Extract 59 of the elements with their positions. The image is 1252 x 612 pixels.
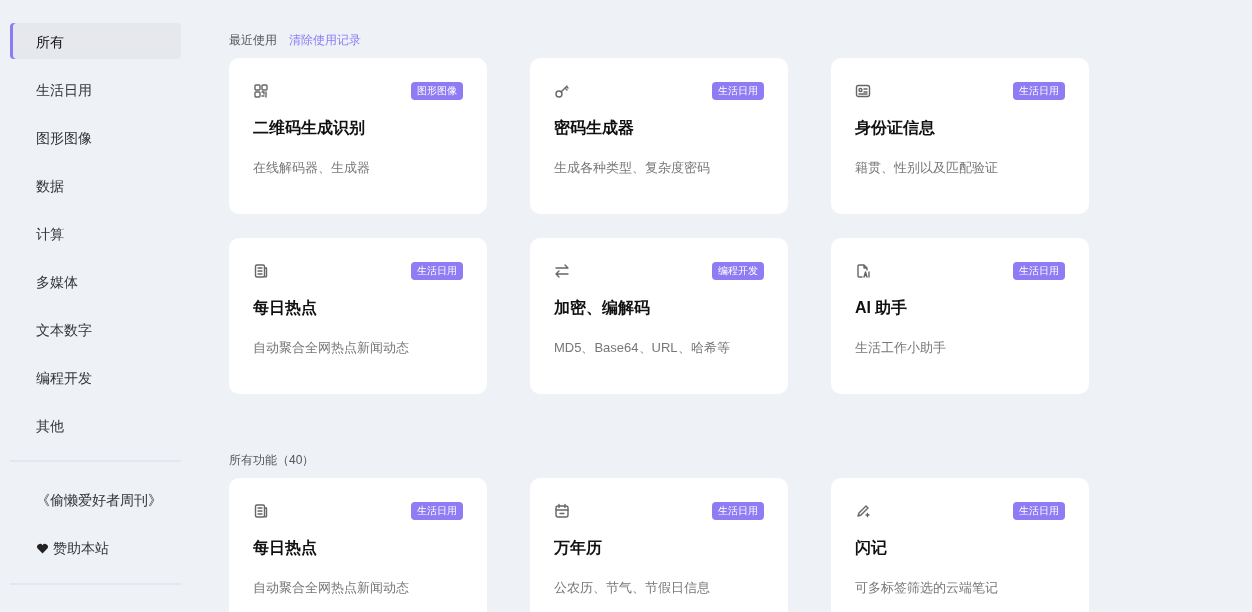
card-title: 每日热点 <box>253 538 318 558</box>
card-description: 生活工作小助手 <box>855 339 947 357</box>
card-description: 自动聚合全网热点新闻动态 <box>253 339 410 357</box>
ai-document-icon <box>855 263 871 279</box>
category-tag: 生活日用 <box>712 82 764 100</box>
card-description: 生成各种类型、复杂度密码 <box>554 159 711 177</box>
sidebar-item[interactable]: 多媒体 <box>10 263 181 299</box>
qr-code-icon <box>253 83 269 99</box>
card-description: 籍贯、性别以及匹配验证 <box>855 159 999 177</box>
category-tag: 图形图像 <box>411 82 463 100</box>
category-tag: 编程开发 <box>712 262 764 280</box>
document-icon <box>253 503 269 519</box>
tool-card[interactable]: 图形图像 二维码生成识别 在线解码器、生成器 <box>229 58 487 214</box>
pencil-icon <box>855 503 871 519</box>
card-description: 在线解码器、生成器 <box>253 159 371 177</box>
card-title: 密码生成器 <box>554 118 635 138</box>
sidebar-item[interactable]: 图形图像 <box>10 119 181 155</box>
sidebar-item[interactable]: 计算 <box>10 215 181 251</box>
document-icon <box>253 263 269 279</box>
card-title: 二维码生成识别 <box>253 118 366 138</box>
heart-icon <box>36 541 49 555</box>
sidebar-item[interactable]: 文本数字 <box>10 311 181 347</box>
sidebar-item[interactable]: 数据 <box>10 167 181 203</box>
card-title: 万年历 <box>554 538 603 558</box>
id-card-icon <box>855 83 871 99</box>
card-title: 加密、编解码 <box>554 298 651 318</box>
tool-card[interactable]: 生活日用 身份证信息 籍贯、性别以及匹配验证 <box>831 58 1089 214</box>
card-description: 公农历、节气、节假日信息 <box>554 579 711 597</box>
card-description: 可多标签筛选的云端笔记 <box>855 579 999 597</box>
category-tag: 生活日用 <box>1013 502 1065 520</box>
section-title: 所有功能（40） <box>229 452 315 469</box>
section-title: 最近使用 <box>229 32 277 49</box>
card-description: MD5、Base64、URL、哈希等 <box>554 339 731 357</box>
tool-card[interactable]: 生活日用 每日热点 自动聚合全网热点新闻动态 <box>229 478 487 612</box>
category-tag: 生活日用 <box>712 502 764 520</box>
sidebar-item[interactable]: 所有 <box>10 23 181 59</box>
calendar-icon <box>554 503 570 519</box>
sidebar-link[interactable]: 赞助本站 <box>10 530 181 566</box>
category-tag: 生活日用 <box>411 262 463 280</box>
category-tag: 生活日用 <box>411 502 463 520</box>
card-title: AI 助手 <box>855 298 909 318</box>
sidebar-link[interactable]: 《偷懒爱好者周刊》 <box>10 482 181 518</box>
tool-card[interactable]: 生活日用 密码生成器 生成各种类型、复杂度密码 <box>530 58 788 214</box>
tool-card[interactable]: 生活日用 闪记 可多标签筛选的云端笔记 <box>831 478 1089 612</box>
card-title: 闪记 <box>855 538 888 558</box>
tool-card[interactable]: 生活日用 AI 助手 生活工作小助手 <box>831 238 1089 394</box>
key-icon <box>554 83 570 99</box>
sidebar-item[interactable]: 生活日用 <box>10 71 181 107</box>
swap-arrows-icon <box>554 263 570 279</box>
category-tag: 生活日用 <box>1013 82 1065 100</box>
category-tag: 生活日用 <box>1013 262 1065 280</box>
tool-card[interactable]: 生活日用 每日热点 自动聚合全网热点新闻动态 <box>229 238 487 394</box>
card-description: 自动聚合全网热点新闻动态 <box>253 579 410 597</box>
card-title: 每日热点 <box>253 298 318 318</box>
card-title: 身份证信息 <box>855 118 936 138</box>
tool-card[interactable]: 生活日用 万年历 公农历、节气、节假日信息 <box>530 478 788 612</box>
sidebar-item[interactable]: 编程开发 <box>10 359 181 395</box>
tool-card[interactable]: 编程开发 加密、编解码 MD5、Base64、URL、哈希等 <box>530 238 788 394</box>
sidebar-item[interactable]: 其他 <box>10 407 181 443</box>
